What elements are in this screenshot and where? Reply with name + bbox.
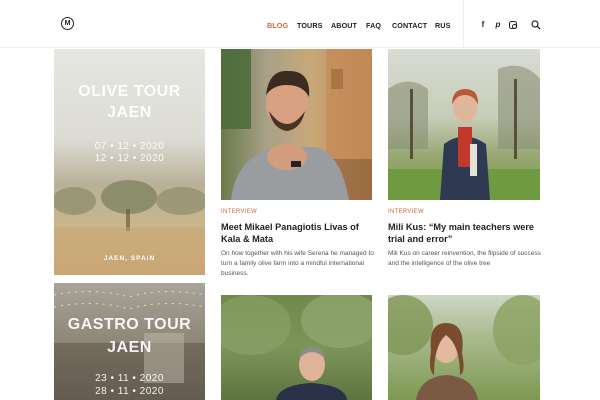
tour-location: JAEN, SPAIN (103, 255, 156, 262)
post-title-line2[interactable]: trial and error” (388, 233, 452, 245)
post-title-line1[interactable]: Meet Mikael Panagiotis Livas of (221, 221, 359, 233)
post-category[interactable]: INTERVIEW (388, 209, 424, 215)
post-excerpt-line1: Mili Kus on career reinvention, the flip… (388, 250, 541, 257)
post-title-line2[interactable]: Kala & Mata (221, 233, 273, 245)
olive-grove-woman-photo[interactable] (388, 295, 540, 400)
tour-title-line2: JAEN (107, 339, 152, 356)
mikael-photo[interactable] (221, 49, 372, 200)
olive-grove-man-photo[interactable] (221, 295, 372, 400)
mikael-portrait-illustration (221, 49, 372, 200)
mili-portrait-illustration (388, 65, 540, 200)
pinterest-icon[interactable]: p (493, 20, 503, 30)
post-excerpt-line1: On how together with his wife Serena he … (221, 250, 374, 257)
tour-title-line1: OLIVE TOUR (78, 83, 181, 100)
post-title-line1[interactable]: Mili Kus: “My main teachers were (388, 221, 534, 233)
tour-title-line1: GASTRO TOUR (67, 316, 192, 333)
tour-date-start: 07 • 12 • 2020 (94, 141, 165, 152)
tour-title-line2: JAEN (107, 104, 152, 121)
post-excerpt-line2: and the intelligence of the olive tree (388, 260, 491, 267)
site-logo[interactable]: M (61, 17, 74, 30)
olive-tour-card[interactable]: OLIVE TOUR JAEN 07 • 12 • 2020 12 • 12 •… (54, 49, 205, 275)
nav-tours[interactable]: TOURS (297, 21, 323, 31)
nav-contact[interactable]: CONTACT (392, 21, 427, 31)
tour-date-end: 12 • 12 • 2020 (94, 153, 165, 164)
instagram-icon[interactable] (509, 21, 517, 29)
olive-grove-man-illustration (221, 295, 372, 400)
olive-grove-woman-illustration (388, 295, 540, 400)
mili-photo[interactable] (388, 49, 540, 200)
post-excerpt-line2: turn a family olive farm into a mindful … (221, 260, 365, 267)
facebook-icon[interactable]: f (478, 20, 488, 30)
tour-date-start: 23 • 11 • 2020 (95, 373, 164, 384)
post-excerpt-line3: business. (221, 270, 249, 277)
header-divider (463, 0, 464, 48)
nav-rus[interactable]: RUS (435, 21, 450, 31)
post-category[interactable]: INTERVIEW (221, 209, 257, 215)
gastro-tour-card[interactable]: GASTRO TOUR JAEN 23 • 11 • 2020 28 • 11 … (54, 283, 205, 400)
nav-about[interactable]: ABOUT (331, 21, 357, 31)
tour-date-end: 28 • 11 • 2020 (95, 386, 164, 397)
site-header: M BLOG TOURS ABOUT FAQ CONTACT RUS f p (0, 0, 600, 48)
search-icon[interactable] (531, 20, 541, 30)
nav-blog[interactable]: BLOG (267, 21, 288, 31)
nav-faq[interactable]: FAQ (366, 21, 381, 31)
